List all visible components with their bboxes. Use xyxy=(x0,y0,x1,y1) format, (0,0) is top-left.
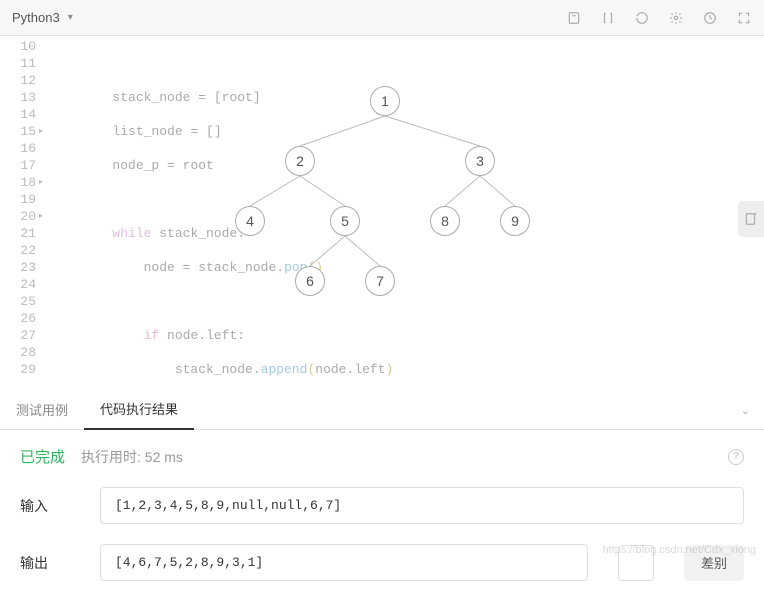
side-panel-toggle[interactable] xyxy=(738,201,764,237)
line-number: 16 xyxy=(0,140,36,157)
input-label: 输入 xyxy=(20,496,80,516)
output-value: [4,6,7,5,2,8,9,3,1] xyxy=(100,544,588,581)
editor-topbar: Python3 ▾ xyxy=(0,0,764,36)
note-icon[interactable] xyxy=(566,10,582,26)
topbar-actions xyxy=(566,10,752,26)
collapse-panel-icon[interactable]: ⌄ xyxy=(741,404,750,417)
output-label: 输出 xyxy=(20,553,80,573)
line-number: 25 xyxy=(0,293,36,310)
result-tabs: 测试用例 代码执行结果 ⌄ xyxy=(0,390,764,430)
brackets-icon[interactable] xyxy=(600,10,616,26)
fullscreen-icon[interactable] xyxy=(736,10,752,26)
status-text: 已完成 xyxy=(20,446,65,467)
reset-icon[interactable] xyxy=(634,10,650,26)
history-icon[interactable] xyxy=(702,10,718,26)
line-number: 19 xyxy=(0,191,36,208)
line-number: 28 xyxy=(0,344,36,361)
runtime-text: 执行用时: 52 ms xyxy=(81,447,183,467)
chevron-down-icon: ▾ xyxy=(68,12,73,23)
help-icon[interactable]: ? xyxy=(728,449,744,465)
line-number: 15 xyxy=(0,123,36,140)
code-editor[interactable]: 10 11 12 13 14 15 16 17 18 19 20 21 22 2… xyxy=(0,36,764,390)
line-number: 17 xyxy=(0,157,36,174)
settings-icon[interactable] xyxy=(668,10,684,26)
watermark: https://blog.csdn.net/Cdx_xiong xyxy=(603,544,756,556)
line-number: 29 xyxy=(0,361,36,378)
result-panel: 已完成 执行用时: 52 ms ? 输入 [1,2,3,4,5,8,9,null… xyxy=(0,430,764,597)
line-number: 23 xyxy=(0,259,36,276)
line-number: 12 xyxy=(0,72,36,89)
line-number: 10 xyxy=(0,38,36,55)
tab-test-cases[interactable]: 测试用例 xyxy=(0,390,84,430)
line-number: 22 xyxy=(0,242,36,259)
line-number: 11 xyxy=(0,55,36,72)
language-selector[interactable]: Python3 ▾ xyxy=(12,10,73,25)
line-number: 21 xyxy=(0,225,36,242)
line-number: 13 xyxy=(0,89,36,106)
line-number: 18 xyxy=(0,174,36,191)
tab-exec-result[interactable]: 代码执行结果 xyxy=(84,390,194,430)
language-label: Python3 xyxy=(12,10,60,25)
code-area[interactable]: stack_node = [root] list_node = [] node_… xyxy=(50,36,764,390)
line-numbers: 10 11 12 13 14 15 16 17 18 19 20 21 22 2… xyxy=(0,36,50,390)
line-number: 14 xyxy=(0,106,36,123)
input-value[interactable]: [1,2,3,4,5,8,9,null,null,6,7] xyxy=(100,487,744,524)
line-number: 24 xyxy=(0,276,36,293)
line-number: 20 xyxy=(0,208,36,225)
line-number: 26 xyxy=(0,310,36,327)
line-number: 27 xyxy=(0,327,36,344)
